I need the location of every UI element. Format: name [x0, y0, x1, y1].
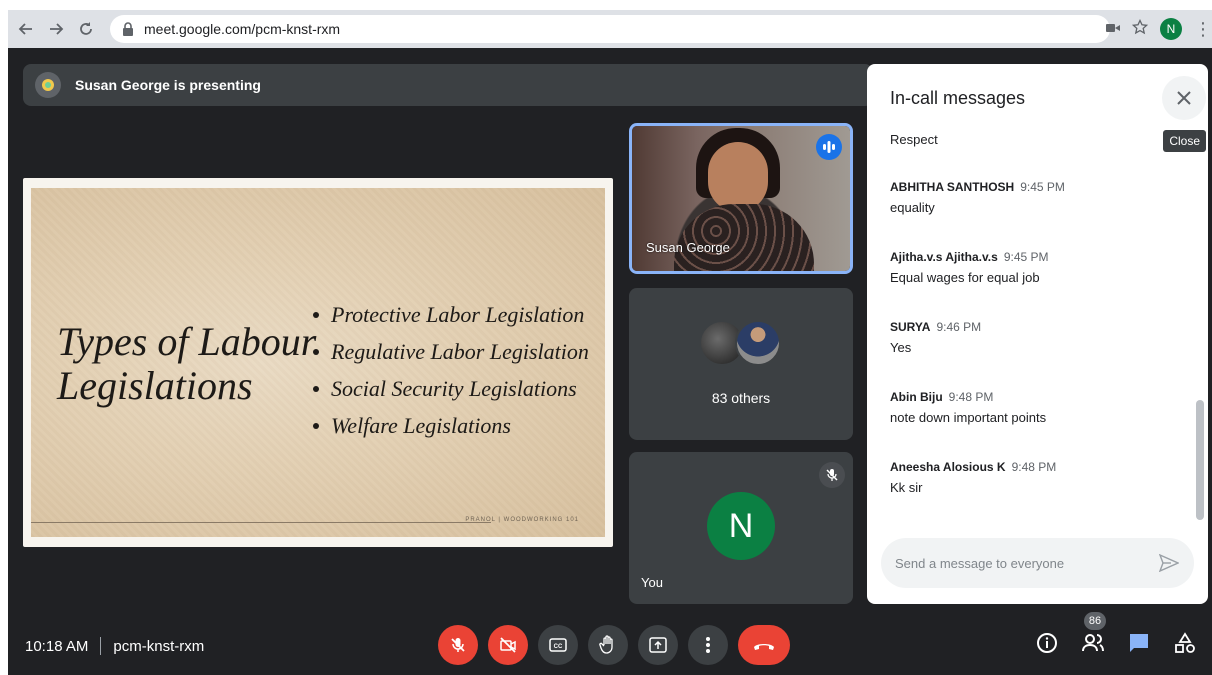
toggle-mic-button[interactable]: [438, 625, 478, 665]
message-text: note down important points: [890, 410, 1047, 425]
message-time: 9:48 PM: [1011, 460, 1057, 474]
profile-avatar[interactable]: N: [1160, 18, 1182, 40]
others-avatars: [699, 320, 789, 370]
side-controls: 86: [1034, 612, 1198, 656]
hang-up-icon: [754, 644, 774, 650]
captions-button[interactable]: CC: [538, 625, 578, 665]
activities-icon: [1175, 632, 1195, 653]
self-label: You: [641, 575, 663, 590]
message-time: 9:45 PM: [1020, 180, 1065, 194]
slide-bullet-list: Protective Labor Legislation Regulative …: [313, 296, 589, 444]
message-text: equality: [890, 200, 935, 215]
slide-divider: [31, 522, 491, 523]
chat-button[interactable]: [1126, 630, 1152, 656]
raise-hand-icon: [599, 635, 613, 654]
message-item: Aneesha Alosious K 9:48 PM Kk sir: [890, 460, 1180, 495]
people-button[interactable]: 86: [1080, 612, 1106, 656]
message-item: ABHITHA SANTHOSH 9:45 PM equality: [890, 180, 1180, 215]
message-composer: [881, 538, 1194, 588]
raise-hand-button[interactable]: [588, 625, 628, 665]
message-sender: ABHITHA SANTHOSH: [890, 180, 1015, 194]
separator: [100, 637, 102, 655]
slide-bullet: Welfare Legislations: [313, 407, 589, 444]
close-panel-button[interactable]: [1162, 76, 1206, 120]
browser-toolbar: meet.google.com/pcm-knst-rxm N ⋮: [8, 10, 1212, 48]
message-text: Kk sir: [890, 480, 923, 495]
call-controls: CC: [438, 625, 790, 665]
slide-bullet: Regulative Labor Legislation: [313, 333, 589, 370]
url-text[interactable]: meet.google.com/pcm-knst-rxm: [144, 21, 340, 37]
browser-menu-icon[interactable]: ⋮: [1194, 19, 1212, 40]
bookmark-star-icon[interactable]: [1131, 18, 1149, 40]
chat-icon: [1130, 634, 1148, 652]
presenting-text: Susan George is presenting: [75, 77, 261, 93]
message-item: Abin Biju 9:48 PM note down important poi…: [890, 390, 1180, 425]
toggle-camera-button[interactable]: [488, 625, 528, 665]
message-item: Ajitha.v.s Ajitha.v.s 9:45 PM Equal wages…: [890, 250, 1180, 285]
message-time: 9:48 PM: [948, 390, 994, 404]
panel-title: In-call messages: [890, 88, 1026, 108]
close-icon: [1177, 91, 1191, 105]
participant-tile-speaker[interactable]: Susan George: [629, 123, 853, 274]
control-bar: 10:18 AM pcm-knst-rxm CC 86: [8, 612, 1212, 675]
send-icon[interactable]: [1158, 552, 1180, 574]
speaking-indicator-icon: [816, 134, 842, 160]
captions-icon: CC: [549, 638, 567, 652]
participant-tile-self[interactable]: N You: [629, 452, 853, 604]
presenting-banner: Susan George is presenting: [23, 64, 873, 106]
meeting-details-button[interactable]: [1034, 630, 1060, 656]
message-sender: SURYA: [890, 320, 931, 334]
presenter-avatar: [35, 72, 61, 98]
forward-icon[interactable]: [44, 17, 68, 41]
reload-icon[interactable]: [74, 17, 98, 41]
svg-text:CC: CC: [554, 644, 563, 650]
slide-title-line2: Legislations: [57, 363, 253, 408]
message-text: Yes: [890, 340, 912, 355]
message-item: SURYA 9:46 PM Yes: [890, 320, 1180, 355]
activities-button[interactable]: [1172, 630, 1198, 656]
lock-icon[interactable]: [120, 21, 136, 37]
more-options-button[interactable]: [688, 625, 728, 665]
camera-off-icon: [500, 637, 516, 653]
message-text: Equal wages for equal job: [890, 270, 1040, 285]
others-count-label: 83 others: [711, 390, 771, 406]
slide-footer: PRANOL | WOODWORKING 101: [465, 517, 579, 523]
message-sender: Ajitha.v.s Ajitha.v.s: [890, 250, 998, 264]
participant-tile-others[interactable]: 83 others: [629, 288, 853, 440]
meet-stage: Susan George is presenting Types of Labo…: [8, 48, 1212, 675]
message-input[interactable]: [895, 555, 1145, 571]
people-icon: [1082, 634, 1104, 652]
message-time: 9:45 PM: [1003, 250, 1049, 264]
more-options-icon: [706, 637, 710, 653]
speaker-name: Susan George: [646, 240, 730, 255]
present-icon: [649, 637, 667, 653]
back-icon[interactable]: [14, 17, 38, 41]
message-sender: Abin Biju: [890, 390, 943, 404]
slide-bullet: Social Security Legislations: [313, 370, 589, 407]
slide-title: Types of Labour Legislations: [57, 320, 316, 408]
self-avatar: N: [707, 492, 775, 560]
presentation-slide: Types of Labour Legislations Protective …: [23, 178, 613, 547]
slide-bullet: Protective Labor Legislation: [313, 296, 589, 333]
slide-background: Types of Labour Legislations Protective …: [31, 188, 605, 537]
message-text: Respect: [890, 132, 938, 147]
mic-off-icon: [819, 462, 845, 488]
chat-scrollbar[interactable]: [1196, 400, 1204, 520]
meeting-code: pcm-knst-rxm: [113, 637, 205, 655]
message-time: 9:46 PM: [936, 320, 982, 334]
message-item: Respect: [890, 132, 1180, 147]
slide-title-line1: Types of Labour: [57, 319, 317, 364]
mic-off-icon: [451, 638, 465, 652]
meeting-details: 10:18 AM pcm-knst-rxm: [25, 637, 204, 655]
message-sender: Aneesha Alosious K: [890, 460, 1006, 474]
info-icon: [1037, 633, 1057, 653]
camera-indicator-icon[interactable]: [1106, 20, 1120, 38]
current-time: 10:18 AM: [25, 637, 89, 655]
in-call-messages-panel: In-call messages Close Respect ABHITHA S…: [867, 64, 1208, 604]
avatar: [735, 320, 781, 366]
participant-count-badge: 86: [1084, 612, 1106, 630]
present-now-button[interactable]: [638, 625, 678, 665]
address-bar[interactable]: meet.google.com/pcm-knst-rxm: [110, 15, 1110, 43]
leave-call-button[interactable]: [738, 625, 790, 665]
